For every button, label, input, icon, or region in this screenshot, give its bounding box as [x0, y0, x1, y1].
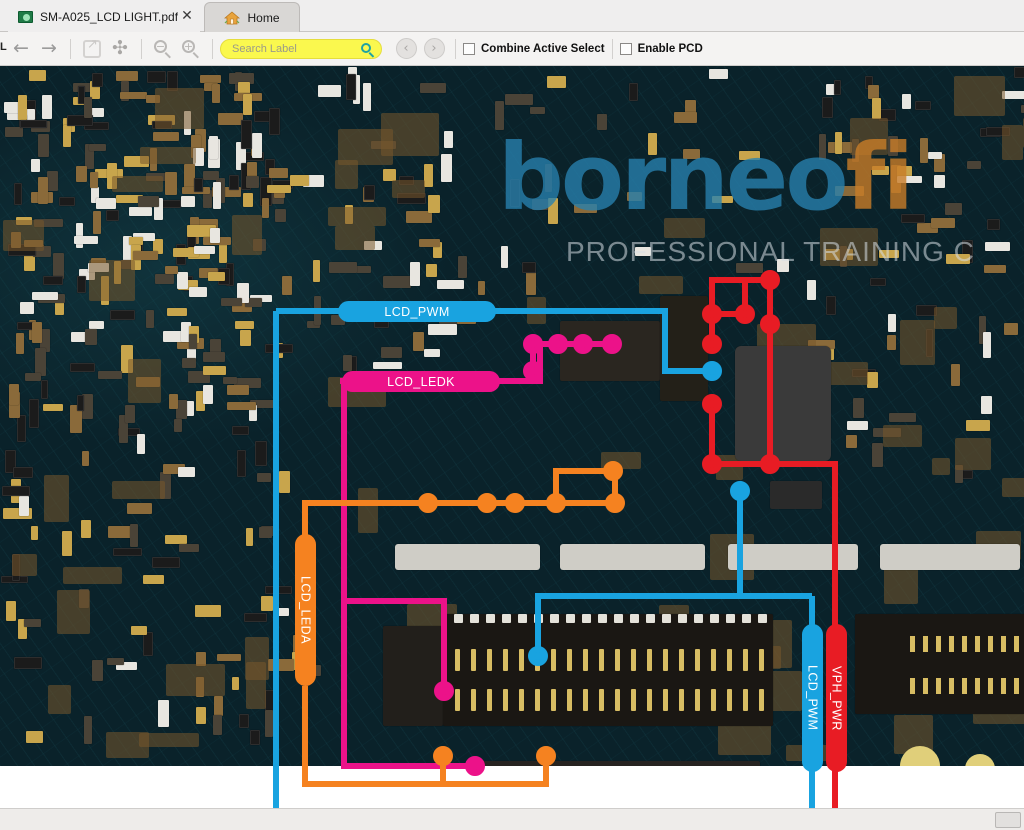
magnifier-plus-icon: + — [181, 39, 201, 59]
enable-pcd-checkbox[interactable]: Enable PCD — [619, 42, 703, 55]
combine-active-select-label: Combine Active Select — [481, 42, 605, 55]
label-lcd-pwm-right[interactable]: LCD_PWM — [802, 624, 823, 772]
resize-grip[interactable] — [995, 812, 1021, 828]
toolbar: L ← → ✣ − + — [0, 32, 1024, 66]
label-text: LCD_PWM — [805, 665, 820, 731]
back-button[interactable]: ← — [7, 36, 35, 62]
watermark-subtitle: PROFESSIONAL TRAINING C — [566, 236, 975, 267]
tab-document[interactable]: SM-A025_LCD LIGHT.pdf — [8, 2, 200, 32]
tab-close-icon[interactable]: ✕ — [180, 8, 194, 22]
board-to-board-connector — [443, 614, 773, 726]
label-lcd-pwm-top[interactable]: LCD_PWM — [338, 301, 496, 322]
search-input[interactable] — [230, 41, 359, 56]
chevron-left-icon: ‹ — [395, 38, 417, 59]
label-vph-pwr-right[interactable]: VPH_PWR — [826, 624, 847, 772]
arrow-left-icon: ← — [13, 37, 29, 59]
ic-package-shield — [735, 346, 831, 461]
tab-home[interactable]: Home — [204, 2, 300, 32]
board-to-board-connector-2 — [855, 614, 1024, 714]
checkbox-box[interactable] — [463, 42, 475, 55]
watermark-brand: borneofi — [498, 124, 914, 231]
label-text: LCD_PWM — [384, 304, 450, 319]
home-icon — [224, 10, 241, 25]
application-window: SM-A025_LCD LIGHT.pdf ✕ Home L ← → ↗ ✣ −… — [0, 0, 1024, 830]
pan-button[interactable]: ✣ — [106, 36, 134, 62]
ic-package — [660, 296, 708, 401]
label-lcd-ledk-top[interactable]: LCD_LEDK — [342, 371, 500, 392]
forward-button[interactable]: → — [35, 36, 63, 62]
connector-latch — [383, 626, 443, 726]
magnifier-minus-icon: − — [153, 39, 173, 59]
ic-package — [770, 481, 822, 509]
prev-match-button[interactable]: ‹ — [392, 36, 420, 62]
toolbar-divider — [611, 38, 613, 59]
toolbar-divider — [455, 38, 456, 59]
search-icon[interactable] — [361, 42, 375, 58]
pdf-viewport[interactable]: borneofi PROFESSIONAL TRAINING C LCD_PWM… — [0, 66, 1024, 830]
tab-home-label: Home — [247, 10, 280, 25]
search-field[interactable] — [220, 38, 382, 59]
shield-pad — [728, 544, 858, 570]
pdf-document-icon — [18, 11, 33, 23]
arrow-right-icon: → — [41, 37, 57, 59]
combine-active-select-checkbox[interactable]: Combine Active Select — [463, 42, 605, 55]
toolbar-divider — [141, 38, 142, 59]
label-text: LCD_LEDA — [298, 576, 313, 644]
zoom-out-button[interactable]: − — [149, 36, 177, 62]
checkbox-box[interactable] — [619, 42, 632, 55]
zoom-in-button[interactable]: + — [177, 36, 205, 62]
chevron-right-icon: › — [423, 38, 445, 59]
shield-pad — [880, 544, 1020, 570]
share-export-icon — [83, 37, 101, 58]
toolbar-divider — [70, 38, 71, 59]
label-text: VPH_PWR — [829, 665, 844, 731]
enable-pcd-label: Enable PCD — [637, 42, 703, 55]
share-button[interactable] — [78, 36, 106, 62]
label-text: LCD_LEDK — [387, 374, 455, 389]
next-match-button[interactable]: › — [420, 36, 448, 62]
pcb-board-image: borneofi PROFESSIONAL TRAINING C — [0, 66, 1024, 766]
toolbar-left-stub: L — [0, 40, 7, 57]
ic-package — [560, 321, 660, 381]
label-lcd-leda-left[interactable]: LCD_LEDA — [295, 534, 316, 686]
tab-document-label: SM-A025_LCD LIGHT.pdf — [40, 10, 179, 24]
tab-bar: SM-A025_LCD LIGHT.pdf ✕ Home — [0, 0, 1024, 32]
toolbar-divider — [212, 38, 213, 59]
shield-pad — [560, 544, 705, 570]
shield-pad — [395, 544, 540, 570]
status-bar — [0, 808, 1024, 830]
move-arrows-icon: ✣ — [112, 37, 128, 59]
